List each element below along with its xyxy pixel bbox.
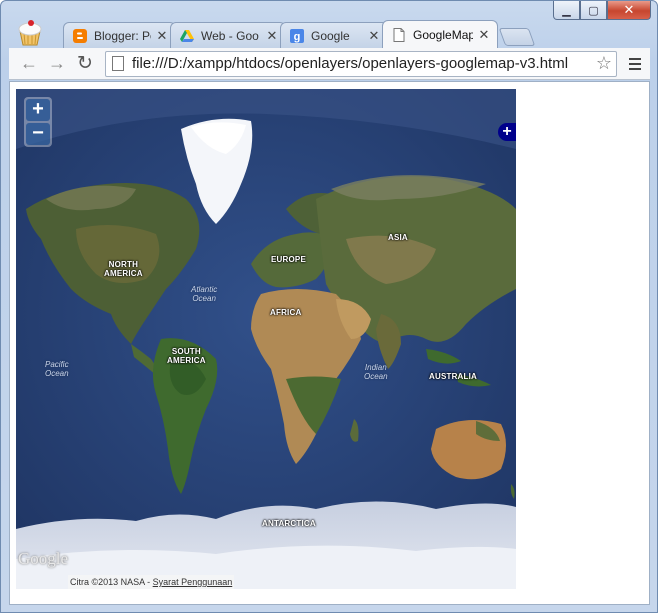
google-icon: g bbox=[289, 28, 305, 44]
close-window-button[interactable]: ✕ bbox=[607, 1, 651, 20]
drive-icon bbox=[179, 28, 195, 44]
map-attribution: Citra ©2013 NASA - Syarat Penggunaan bbox=[68, 575, 235, 589]
forward-arrow-icon[interactable]: → bbox=[43, 51, 71, 77]
layer-switcher-button[interactable]: + bbox=[498, 123, 516, 141]
close-tab-icon[interactable]: ✕ bbox=[155, 28, 169, 44]
back-arrow-icon[interactable]: ← bbox=[15, 51, 43, 77]
tab-web[interactable]: Web - Goo ✕ bbox=[170, 22, 286, 48]
tab-strip: Blogger: Pe ✕ Web - Goo ✕ g Google ✕ Goo… bbox=[63, 20, 536, 48]
browser-toolbar: ← → ↻ file:///D:/xampp/htdocs/openlayers… bbox=[9, 48, 650, 80]
tab-title: Web - Goo bbox=[201, 28, 259, 43]
close-tab-icon[interactable]: ✕ bbox=[367, 28, 381, 44]
ocean-label: Atlantic Ocean bbox=[191, 285, 218, 303]
continent-label: AFRICA bbox=[270, 308, 302, 317]
cupcake-icon bbox=[18, 20, 42, 46]
ocean-label: Indian Ocean bbox=[364, 363, 388, 381]
map-canvas[interactable]: NORTH AMERICA EUROPE ASIA AFRICA SOUTH A… bbox=[16, 89, 516, 589]
menu-icon[interactable] bbox=[625, 57, 645, 70]
tab-title: Blogger: Pe bbox=[94, 28, 151, 43]
continent-label: SOUTH AMERICA bbox=[167, 347, 206, 365]
continent-label: NORTH AMERICA bbox=[104, 260, 143, 278]
attribution-text: Citra ©2013 NASA - bbox=[70, 577, 153, 587]
tab-blogger[interactable]: Blogger: Pe ✕ bbox=[63, 22, 176, 48]
continent-label: ASIA bbox=[388, 233, 408, 242]
bookmark-star-icon[interactable]: ☆ bbox=[592, 53, 616, 74]
page-icon bbox=[391, 27, 407, 43]
tab-googlemap[interactable]: GoogleMap ✕ bbox=[382, 20, 498, 48]
google-logo: Google bbox=[18, 549, 69, 568]
close-tab-icon[interactable]: ✕ bbox=[265, 28, 279, 44]
close-tab-icon[interactable]: ✕ bbox=[477, 27, 491, 43]
address-bar[interactable]: file:///D:/xampp/htdocs/openlayers/openl… bbox=[105, 50, 617, 77]
zoom-out-button[interactable]: − bbox=[26, 123, 50, 145]
zoom-in-button[interactable]: + bbox=[26, 99, 50, 121]
zoom-control: + − bbox=[24, 97, 52, 147]
maximize-button[interactable]: ▢ bbox=[580, 1, 607, 20]
url-text[interactable]: file:///D:/xampp/htdocs/openlayers/openl… bbox=[132, 55, 592, 72]
terms-of-use-link[interactable]: Syarat Penggunaan bbox=[153, 577, 233, 587]
continent-label: EUROPE bbox=[271, 255, 306, 264]
ocean-label: Pacific Ocean bbox=[45, 360, 69, 378]
tab-title: Google bbox=[311, 28, 350, 43]
tab-title: GoogleMap bbox=[413, 27, 473, 42]
tab-google[interactable]: g Google ✕ bbox=[280, 22, 388, 48]
satellite-imagery bbox=[16, 89, 516, 589]
continent-label: ANTARCTICA bbox=[262, 519, 316, 528]
continent-label: AUSTRALIA bbox=[429, 372, 478, 381]
blogger-icon bbox=[72, 28, 88, 44]
svg-text:g: g bbox=[294, 31, 301, 43]
page-icon bbox=[112, 56, 124, 71]
reload-icon[interactable]: ↻ bbox=[71, 51, 99, 77]
new-tab-button[interactable] bbox=[498, 28, 536, 46]
minimize-button[interactable]: ▁ bbox=[553, 1, 580, 20]
